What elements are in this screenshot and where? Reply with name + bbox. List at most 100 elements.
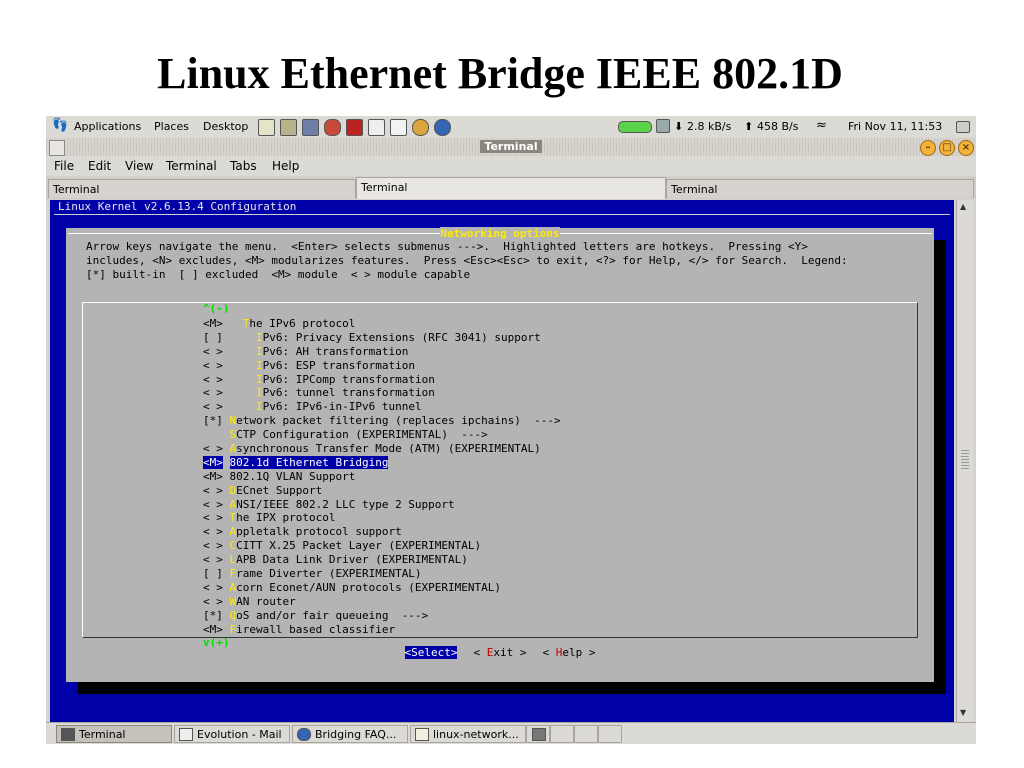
exit-button[interactable]: < Exit > — [473, 646, 526, 659]
terminal-scrollbar[interactable]: ▲ ▼ — [956, 200, 973, 722]
workspace-3[interactable] — [598, 725, 622, 743]
scroll-down-arrow-icon[interactable]: ▼ — [960, 708, 966, 717]
redhat-icon[interactable] — [324, 119, 341, 136]
item-state[interactable]: < > — [203, 511, 223, 524]
item-state[interactable]: [ ] — [203, 567, 223, 580]
menu-item[interactable]: SCTP Configuration (EXPERIMENTAL) ---> — [203, 428, 561, 442]
launcher-icon[interactable] — [258, 119, 275, 136]
menu-item[interactable]: < > IPv6: AH transformation — [203, 345, 561, 359]
item-text: ppletalk protocol support — [236, 525, 402, 539]
item-state[interactable]: [ ] — [203, 331, 223, 344]
task-linux-network[interactable]: linux-network... — [410, 725, 526, 743]
draw-icon[interactable] — [368, 119, 385, 136]
menu-item[interactable]: < > IPv6: IPComp transformation — [203, 373, 561, 387]
menu-item[interactable]: <M> Firewall based classifier — [203, 623, 561, 637]
menu-item[interactable]: < > Appletalk protocol support — [203, 525, 561, 539]
item-state[interactable]: < > — [203, 345, 223, 358]
clock[interactable]: Fri Nov 11, 11:53 — [848, 120, 942, 133]
item-state[interactable]: <M> — [203, 623, 223, 636]
menu-item[interactable]: < > ANSI/IEEE 802.2 LLC type 2 Support — [203, 498, 561, 512]
item-state[interactable]: [*] — [203, 609, 223, 622]
item-state[interactable]: < > — [203, 553, 223, 566]
mixer-icon[interactable]: ≈ — [816, 118, 827, 133]
dialog-buttons: <Select> < Exit > < Help > — [66, 646, 934, 659]
scroll-up-arrow-icon[interactable]: ▲ — [960, 202, 966, 211]
item-state[interactable]: < > — [203, 400, 223, 413]
menu-item[interactable]: < > Asynchronous Transfer Mode (ATM) (EX… — [203, 442, 561, 456]
monitor-icon[interactable] — [302, 119, 319, 136]
menu-item[interactable]: < > IPv6: IPv6-in-IPv6 tunnel — [203, 400, 561, 414]
menu-item[interactable]: [ ] IPv6: Privacy Extensions (RFC 3041) … — [203, 331, 561, 345]
select-button[interactable]: <Select> — [404, 646, 458, 659]
menu-tabs[interactable]: Tabs — [230, 159, 257, 173]
tab-terminal-2[interactable]: Terminal — [356, 177, 666, 199]
show-desktop-icon[interactable] — [956, 121, 970, 133]
settings-icon[interactable] — [412, 119, 429, 136]
menu-listbox[interactable]: ^(-) <M> The IPv6 protocol[ ] IPv6: Priv… — [82, 302, 918, 649]
menu-file[interactable]: File — [54, 159, 74, 173]
tab-bar: Terminal Terminal Terminal — [46, 177, 976, 199]
item-state[interactable]: < > — [203, 442, 223, 455]
menu-item[interactable]: [*] QoS and/or fair queueing ---> — [203, 609, 561, 623]
item-label: ANSI/IEEE 802.2 LLC type 2 Support — [230, 498, 455, 511]
task-evolution-mail[interactable]: Evolution - Mail — [174, 725, 290, 743]
item-text: Pv6: ESP transformation — [262, 358, 415, 372]
item-state[interactable]: < > — [203, 595, 223, 608]
scroll-grip[interactable] — [961, 450, 969, 470]
help-line-1: Arrow keys navigate the menu. <Enter> se… — [86, 240, 808, 253]
task-bridging-faq[interactable]: Bridging FAQ... — [292, 725, 408, 743]
gnome-foot-icon[interactable]: 👣 — [52, 118, 68, 133]
workspace-2[interactable] — [574, 725, 598, 743]
item-state[interactable]: < > — [203, 386, 223, 399]
menu-item[interactable]: < > The IPX protocol — [203, 511, 561, 525]
item-label: Acorn Econet/AUN protocols (EXPERIMENTAL… — [230, 581, 502, 594]
menu-item[interactable]: < > WAN router — [203, 595, 561, 609]
item-state[interactable]: < > — [203, 581, 223, 594]
menu-item[interactable]: <M> The IPv6 protocol — [203, 317, 561, 331]
minimize-icon[interactable]: – — [920, 140, 936, 156]
item-state[interactable]: < > — [203, 484, 223, 497]
menu-applications[interactable]: Applications — [74, 120, 141, 133]
menu-item[interactable]: < > DECnet Support — [203, 484, 561, 498]
tab-terminal-3[interactable]: Terminal — [666, 179, 974, 198]
item-state[interactable]: < > — [203, 539, 223, 552]
help-button[interactable]: < Help > — [542, 646, 595, 659]
menu-item[interactable]: [ ] Frame Diverter (EXPERIMENTAL) — [203, 567, 561, 581]
menu-places[interactable]: Places — [154, 120, 189, 133]
item-state[interactable]: <M> — [203, 470, 223, 483]
item-state[interactable] — [203, 428, 223, 441]
item-state[interactable]: [*] — [203, 414, 223, 427]
menu-item[interactable]: < > Acorn Econet/AUN protocols (EXPERIME… — [203, 581, 561, 595]
menu-edit[interactable]: Edit — [88, 159, 111, 173]
maximize-icon[interactable]: □ — [939, 140, 955, 156]
mail-icon[interactable] — [346, 119, 363, 136]
notes-icon[interactable] — [280, 119, 297, 136]
edit-icon[interactable] — [390, 119, 407, 136]
menu-item[interactable]: < > CCITT X.25 Packet Layer (EXPERIMENTA… — [203, 539, 561, 553]
menu-help[interactable]: Help — [272, 159, 299, 173]
workspace-1[interactable] — [550, 725, 574, 743]
item-state[interactable]: < > — [203, 498, 223, 511]
item-state[interactable]: <M> — [203, 455, 223, 469]
globe-icon — [297, 728, 311, 741]
menu-view[interactable]: View — [125, 159, 153, 173]
globe-icon[interactable] — [434, 119, 451, 136]
menu-terminal[interactable]: Terminal — [166, 159, 217, 173]
item-state[interactable]: < > — [203, 359, 223, 372]
item-state[interactable]: < > — [203, 525, 223, 538]
menu-desktop[interactable]: Desktop — [203, 120, 248, 133]
item-state[interactable]: <M> — [203, 317, 223, 330]
menu-item[interactable]: < > IPv6: ESP transformation — [203, 359, 561, 373]
menu-item[interactable]: <M> 802.1d Ethernet Bridging — [203, 455, 561, 470]
menu-item[interactable]: < > IPv6: tunnel transformation — [203, 386, 561, 400]
menu-item[interactable]: < > LAPB Data Link Driver (EXPERIMENTAL) — [203, 553, 561, 567]
tab-terminal-1[interactable]: Terminal — [48, 179, 356, 198]
task-terminal[interactable]: Terminal — [56, 725, 172, 743]
task-blank[interactable] — [526, 725, 550, 743]
item-state[interactable]: < > — [203, 373, 223, 386]
menu-item[interactable]: <M> 802.1Q VLAN Support — [203, 470, 561, 484]
menu-item[interactable]: [*] Network packet filtering (replaces i… — [203, 414, 561, 428]
window-titlebar[interactable]: Terminal – □ × — [46, 138, 976, 157]
close-icon[interactable]: × — [958, 140, 974, 156]
terminal-screen[interactable]: Linux Kernel v2.6.13.4 Configuration Net… — [50, 200, 954, 722]
